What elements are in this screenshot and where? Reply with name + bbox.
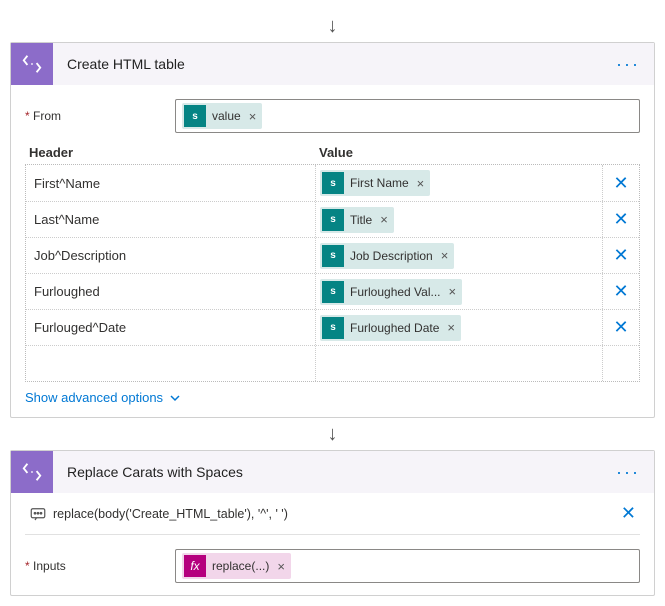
header-cell[interactable]: Job^Description [26,238,316,273]
sharepoint-icon: s [322,172,344,194]
chip-label: Furloughed Date [350,321,445,335]
message-icon [29,505,53,523]
hv-table: First^Name s First Name × ✕ Last^Name [25,164,640,382]
header-cell[interactable]: Last^Name [26,202,316,237]
card-title: Replace Carats with Spaces [53,464,602,480]
clear-icon[interactable]: ✕ [621,503,636,523]
sharepoint-icon: s [322,209,344,231]
table-row: Furloughed s Furloughed Val... × ✕ [26,273,639,309]
peek-code-row: replace(body('Create_HTML_table'), '^', … [25,493,640,535]
value-chip[interactable]: s Furloughed Val... × [320,279,462,305]
value-chip[interactable]: s value × [182,103,262,129]
delete-row-icon[interactable]: ✕ [613,245,628,266]
value-cell[interactable] [316,346,603,381]
card-body: * From s value × Header Value First^Name [11,85,654,417]
card-header[interactable]: Create HTML table ··· [11,43,654,85]
header-cell[interactable] [26,346,316,381]
connector-arrow: ↓ [10,418,655,450]
header-column-label: Header [29,145,319,160]
value-chip[interactable]: s Title × [320,207,394,233]
columns-table: Header Value First^Name s First Name × ✕ [25,145,640,382]
value-chip[interactable]: s Furloughed Date × [320,315,461,341]
delete-row-icon[interactable]: ✕ [613,173,628,194]
table-row: Last^Name s Title × ✕ [26,201,639,237]
from-label: * From [25,109,175,123]
chip-remove-icon[interactable]: × [247,109,263,124]
inputs-field[interactable]: fx replace(...) × [175,549,640,583]
card-header[interactable]: Replace Carats with Spaces ··· [11,451,654,493]
value-cell[interactable]: s First Name × [316,165,603,201]
header-cell[interactable]: Furloughed [26,274,316,309]
chip-label: replace(...) [212,559,275,573]
show-advanced-options-link[interactable]: Show advanced options [25,382,181,409]
header-cell[interactable]: First^Name [26,165,316,201]
sharepoint-icon: s [322,317,344,339]
chip-label: Furloughed Val... [350,285,447,299]
fx-icon: fx [184,555,206,577]
value-cell[interactable]: s Job Description × [316,238,603,273]
value-cell[interactable]: s Furloughed Date × [316,310,603,345]
chip-remove-icon[interactable]: × [378,212,394,227]
value-cell[interactable]: s Furloughed Val... × [316,274,603,309]
card-title: Create HTML table [53,56,602,72]
connector-arrow-top: ↓ [10,10,655,42]
table-row: First^Name s First Name × ✕ [26,165,639,201]
sharepoint-icon: s [184,105,206,127]
delete-row-icon[interactable]: ✕ [613,317,628,338]
value-column-label: Value [319,145,636,160]
chip-remove-icon[interactable]: × [447,284,463,299]
chip-remove-icon[interactable]: × [275,559,291,574]
value-cell[interactable]: s Title × [316,202,603,237]
table-row: Furlouged^Date s Furloughed Date × ✕ [26,309,639,345]
chip-label: Job Description [350,249,439,263]
value-chip[interactable]: s First Name × [320,170,430,196]
table-row: Job^Description s Job Description × ✕ [26,237,639,273]
value-chip[interactable]: s Job Description × [320,243,454,269]
replace-carats-card: Replace Carats with Spaces ··· replace(b… [10,450,655,596]
delete-row-icon[interactable]: ✕ [613,281,628,302]
expression-text: replace(body('Create_HTML_table'), '^', … [53,507,621,521]
chip-remove-icon[interactable]: × [439,248,455,263]
data-operations-icon [11,451,53,493]
delete-row-icon[interactable]: ✕ [613,209,628,230]
create-html-table-card: Create HTML table ··· * From s value × H… [10,42,655,418]
data-operations-icon [11,43,53,85]
chip-remove-icon[interactable]: × [445,320,461,335]
chip-label: First Name [350,176,415,190]
chip-remove-icon[interactable]: × [415,176,431,191]
table-row-empty [26,345,639,381]
chip-label: value [212,109,247,123]
sharepoint-icon: s [322,281,344,303]
inputs-label: * Inputs [25,559,175,573]
header-cell[interactable]: Furlouged^Date [26,310,316,345]
expression-chip[interactable]: fx replace(...) × [182,553,291,579]
chip-label: Title [350,213,378,227]
chevron-down-icon [169,392,181,404]
sharepoint-icon: s [322,245,344,267]
from-input[interactable]: s value × [175,99,640,133]
